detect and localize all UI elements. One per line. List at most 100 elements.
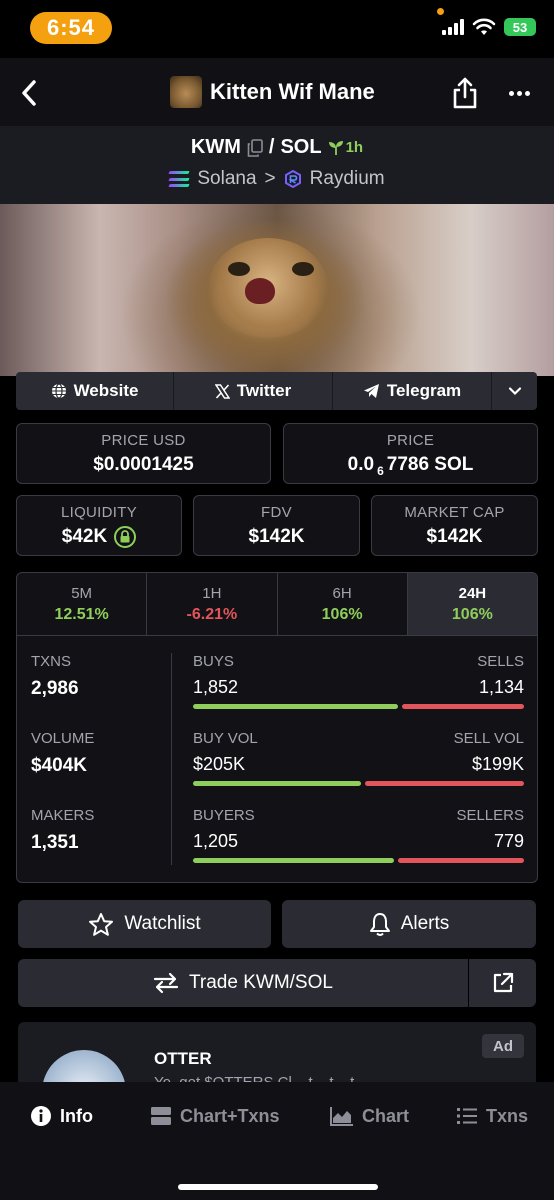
alerts-button[interactable]: Alerts: [282, 900, 536, 948]
tab-6h[interactable]: 6H 106%: [278, 573, 408, 635]
tab-24h-label: 24H: [458, 584, 487, 602]
trade-button[interactable]: Trade KWM/SOL: [18, 959, 468, 1007]
txns-stat: TXNS 2,986: [31, 653, 171, 730]
nav-chart[interactable]: Chart: [330, 1102, 409, 1130]
bottom-navigation: Info Chart+Txns Chart Txns: [0, 1082, 554, 1200]
buys-label: BUYS: [193, 653, 234, 670]
dex-name[interactable]: Raydium: [310, 168, 385, 190]
nav-chart-label: Chart: [362, 1105, 410, 1126]
status-bar: 6:54 53: [0, 0, 554, 58]
social-links-bar: Website Twitter Telegram: [16, 372, 537, 410]
makers-split-row: BUYERS SELLERS 1,205 779: [193, 807, 524, 882]
buyers-bar: [193, 858, 394, 863]
token-title: Kitten Wif Mane: [170, 76, 375, 108]
cat-eye-right: [292, 262, 314, 276]
twitter-button[interactable]: Twitter: [174, 372, 333, 410]
volume-value: $404K: [31, 755, 87, 776]
seedling-icon: [328, 140, 343, 155]
telegram-button[interactable]: Telegram: [333, 372, 492, 410]
fdv-label: FDV: [261, 503, 292, 521]
app-header: Kitten Wif Mane: [0, 58, 554, 126]
token-avatar: [170, 76, 202, 108]
location-indicator-icon: [437, 8, 444, 15]
tab-5m[interactable]: 5M 12.51%: [17, 573, 148, 635]
sellers-label: SELLERS: [456, 807, 524, 824]
price-usd-card: PRICE USD $0.0001425: [16, 423, 271, 484]
txns-value: 2,986: [31, 678, 79, 699]
pair-row: KWM / SOL 1h: [0, 136, 554, 159]
sellers-value: 779: [493, 831, 524, 851]
nav-txns[interactable]: Txns: [456, 1102, 528, 1130]
buys-sells-row: BUYS SELLS 1,852 1,134: [193, 653, 524, 730]
area-chart-icon: [330, 1107, 353, 1126]
nav-info[interactable]: Info: [30, 1102, 93, 1130]
market-cap-card: MARKET CAP $142K: [371, 495, 538, 556]
price-native-zeros: 6: [377, 463, 384, 478]
fdv-value: $142K: [248, 525, 305, 547]
more-options-button[interactable]: [505, 80, 533, 106]
back-button[interactable]: [14, 76, 44, 110]
pair-info: KWM / SOL 1h Solana > Raydium: [0, 126, 554, 204]
buy-vol-value: $205K: [193, 754, 246, 774]
watchlist-button[interactable]: Watchlist: [18, 900, 271, 948]
cat-eye-left: [228, 262, 250, 276]
pair-age-text: 1h: [345, 139, 364, 156]
ad-title: OTTER: [154, 1049, 212, 1068]
sells-value: 1,134: [478, 677, 524, 697]
buys-value: 1,852: [193, 677, 239, 697]
makers-label: MAKERS: [31, 807, 95, 824]
tab-24h[interactable]: 24H 106%: [407, 573, 537, 635]
tab-1h[interactable]: 1H -6.21%: [147, 573, 278, 635]
trade-label: Trade KWM/SOL: [189, 972, 333, 993]
buyers-label: BUYERS: [193, 807, 255, 824]
globe-icon: [51, 383, 66, 399]
chevron-right-icon: >: [264, 168, 276, 189]
buy-vol-label: BUY VOL: [193, 730, 258, 747]
chain-row: Solana > Raydium: [0, 168, 554, 190]
alerts-label: Alerts: [400, 913, 450, 934]
star-icon: [89, 912, 114, 936]
fdv-card: FDV $142K: [193, 495, 360, 556]
telegram-icon: [363, 384, 379, 398]
share-button[interactable]: [450, 76, 480, 110]
tab-1h-change: -6.21%: [186, 605, 238, 623]
copy-icon[interactable]: [247, 138, 263, 157]
battery-icon: 53: [504, 18, 536, 36]
volume-label: VOLUME: [31, 730, 95, 747]
website-button[interactable]: Website: [16, 372, 174, 410]
liquidity-value: $42K: [61, 525, 108, 547]
buy-vol-bar: [193, 781, 361, 786]
twitter-label: Twitter: [236, 381, 292, 400]
telegram-label: Telegram: [386, 381, 462, 400]
makers-stat: MAKERS 1,351: [31, 807, 171, 882]
price-native-label: PRICE: [386, 431, 435, 449]
lock-icon[interactable]: [114, 525, 137, 548]
ad-card[interactable]: OTTER Yo, get $OTTERS Cl... t... t... t.…: [18, 1022, 536, 1082]
token-banner-image: [0, 204, 554, 376]
volume-stat: VOLUME $404K: [31, 730, 171, 807]
website-label: Website: [73, 381, 139, 400]
ad-description: Yo, get $OTTERS Cl... t... t... t...: [154, 1074, 367, 1082]
chain-name[interactable]: Solana: [197, 168, 256, 190]
open-external-button[interactable]: [469, 959, 536, 1007]
nav-chart-txns[interactable]: Chart+Txns: [150, 1102, 280, 1130]
tab-5m-change: 12.51%: [54, 605, 109, 623]
sell-vol-label: SELL VOL: [453, 730, 524, 747]
x-logo-icon: [214, 383, 230, 399]
status-icons: 53: [442, 18, 536, 36]
nav-info-label: Info: [60, 1105, 93, 1126]
makers-value: 1,351: [31, 832, 79, 853]
list-icon: [457, 1108, 477, 1124]
totals-column: TXNS 2,986 VOLUME $404K MAKERS 1,351: [31, 653, 171, 882]
tab-1h-label: 1H: [202, 584, 222, 602]
base-symbol: KWM: [190, 136, 241, 158]
column-divider: [171, 653, 172, 865]
external-link-icon: [493, 972, 513, 993]
home-indicator: [178, 1184, 378, 1190]
more-links-button[interactable]: [492, 372, 537, 410]
price-native-value: 0.0 6 7786 SOL: [348, 454, 474, 478]
swap-arrows-icon: [153, 972, 179, 994]
cat-mouth: [245, 278, 275, 304]
txns-label: TXNS: [31, 653, 72, 670]
bell-icon: [369, 912, 390, 936]
